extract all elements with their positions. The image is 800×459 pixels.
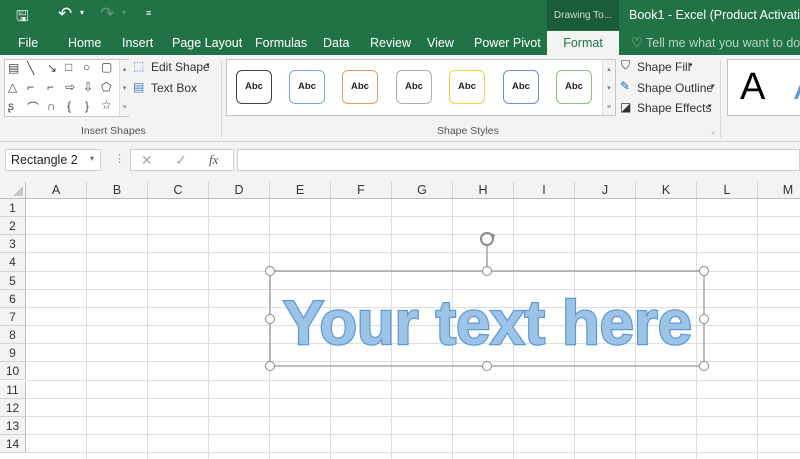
rotate-handle-icon[interactable]: [480, 232, 495, 246]
resize-handle[interactable]: [482, 266, 492, 276]
selected-shape[interactable]: Your text here: [0, 0, 800, 450]
shape-text[interactable]: Your text here: [282, 288, 694, 360]
resize-handle[interactable]: [265, 313, 275, 324]
gridline: [26, 452, 800, 454]
resize-handle[interactable]: [265, 266, 275, 276]
resize-handle[interactable]: [699, 361, 709, 371]
resize-handle[interactable]: [699, 266, 709, 276]
resize-handle[interactable]: [482, 361, 492, 371]
resize-handle[interactable]: [265, 361, 275, 371]
resize-handle[interactable]: [699, 313, 709, 324]
